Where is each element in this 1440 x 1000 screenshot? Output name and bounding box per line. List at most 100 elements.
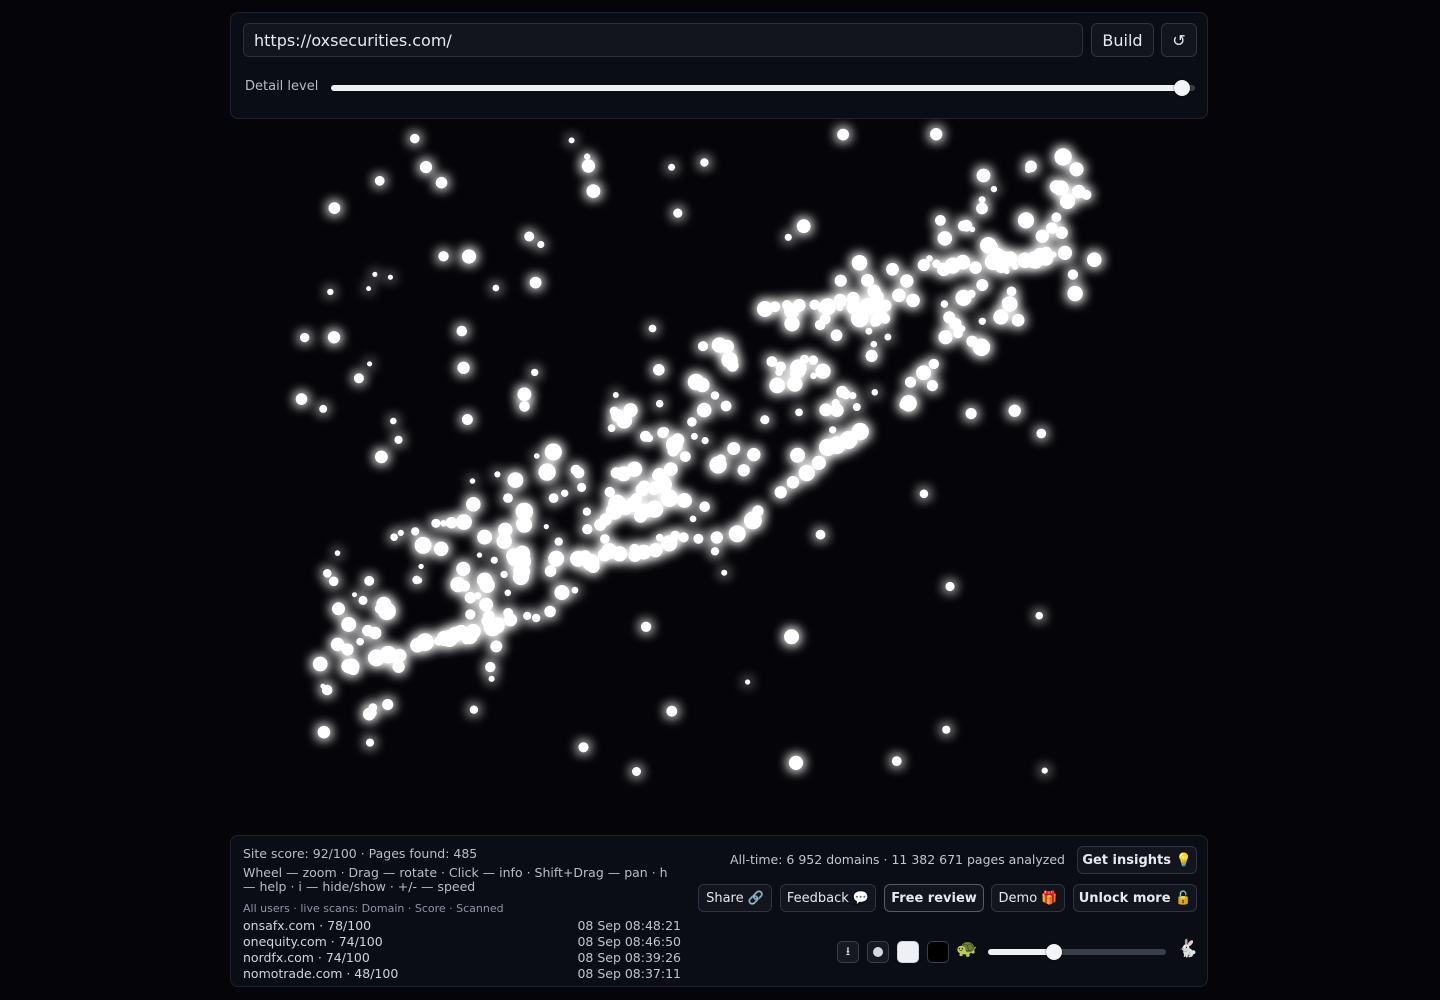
- graph-node[interactable]: [916, 365, 932, 381]
- graph-node[interactable]: [891, 756, 902, 766]
- graph-node[interactable]: [1025, 165, 1033, 174]
- graph-node[interactable]: [721, 569, 728, 576]
- graph-node[interactable]: [1081, 189, 1092, 200]
- graph-node[interactable]: [774, 486, 787, 499]
- node-style-icon[interactable]: [867, 941, 889, 963]
- graph-node[interactable]: [1087, 252, 1102, 267]
- graph-node[interactable]: [1011, 313, 1025, 327]
- graph-node[interactable]: [581, 159, 596, 173]
- graph-node[interactable]: [871, 389, 879, 396]
- graph-node[interactable]: [456, 514, 472, 530]
- graph-node[interactable]: [766, 356, 778, 367]
- graph-node[interactable]: [640, 621, 652, 632]
- graph-node[interactable]: [892, 288, 906, 303]
- graph-node[interactable]: [664, 462, 678, 476]
- reset-icon[interactable]: ↺: [1161, 23, 1197, 57]
- graph-node[interactable]: [507, 472, 524, 488]
- graph-node[interactable]: [865, 349, 878, 362]
- graph-node[interactable]: [474, 592, 482, 600]
- graph-node[interactable]: [1051, 212, 1062, 223]
- build-button[interactable]: Build: [1091, 23, 1154, 57]
- graph-node[interactable]: [544, 443, 562, 461]
- graph-node[interactable]: [710, 531, 723, 544]
- graph-node[interactable]: [1038, 251, 1054, 266]
- graph-node[interactable]: [1008, 404, 1021, 417]
- graph-node[interactable]: [612, 392, 619, 398]
- graph-node[interactable]: [503, 493, 513, 503]
- graph-node[interactable]: [846, 300, 861, 315]
- graph-node[interactable]: [937, 231, 953, 246]
- graph-node[interactable]: [500, 570, 508, 579]
- graph-node[interactable]: [554, 585, 570, 601]
- graph-node[interactable]: [699, 501, 710, 512]
- graph-node[interactable]: [465, 609, 476, 620]
- graph-node[interactable]: [464, 591, 477, 604]
- graph-node[interactable]: [1053, 180, 1069, 196]
- graph-node[interactable]: [368, 708, 377, 718]
- graph-node[interactable]: [561, 489, 569, 497]
- graph-node[interactable]: [953, 328, 963, 339]
- graph-node[interactable]: [538, 463, 556, 481]
- graph-node[interactable]: [1017, 252, 1033, 269]
- graph-node[interactable]: [465, 623, 481, 640]
- graph-node[interactable]: [861, 273, 874, 287]
- graph-node[interactable]: [648, 543, 663, 558]
- graph-node[interactable]: [532, 613, 541, 623]
- graph-node[interactable]: [571, 586, 579, 594]
- graph-node[interactable]: [661, 535, 678, 552]
- graph-node[interactable]: [904, 376, 917, 388]
- graph-node[interactable]: [533, 453, 540, 459]
- graph-node[interactable]: [697, 341, 709, 352]
- detail-level-slider[interactable]: [331, 80, 1195, 96]
- graph-node[interactable]: [364, 575, 375, 586]
- graph-node[interactable]: [507, 551, 523, 567]
- graph-node[interactable]: [818, 438, 837, 456]
- graph-node[interactable]: [993, 309, 1009, 325]
- graph-node[interactable]: [623, 403, 638, 418]
- graph-node[interactable]: [582, 524, 593, 535]
- graph-node[interactable]: [655, 399, 664, 408]
- graph-node[interactable]: [957, 220, 969, 232]
- graph-node[interactable]: [416, 633, 434, 651]
- graph-node[interactable]: [990, 185, 998, 193]
- list-item[interactable]: onequity.com · 74/100 08 Sep 08:46:50: [243, 934, 681, 949]
- graph-node[interactable]: [368, 626, 382, 640]
- graph-node[interactable]: [394, 435, 403, 444]
- graph-node[interactable]: [456, 325, 468, 337]
- speed-slider[interactable]: [988, 944, 1166, 960]
- graph-node[interactable]: [632, 767, 641, 776]
- list-item[interactable]: onsafx.com · 78/100 08 Sep 08:48:21: [243, 918, 681, 933]
- graph-node[interactable]: [978, 317, 986, 325]
- graph-node[interactable]: [312, 656, 328, 672]
- graph-node[interactable]: [365, 738, 375, 747]
- graph-node[interactable]: [358, 595, 368, 605]
- graph-node[interactable]: [490, 556, 498, 564]
- graph-node[interactable]: [700, 158, 709, 167]
- graph-node[interactable]: [554, 537, 563, 546]
- graph-node[interactable]: [438, 251, 449, 262]
- graph-node[interactable]: [390, 417, 397, 425]
- graph-node[interactable]: [341, 643, 354, 656]
- graph-node[interactable]: [747, 447, 761, 462]
- graph-node[interactable]: [328, 202, 341, 215]
- graph-node[interactable]: [725, 355, 732, 362]
- graph-node[interactable]: [906, 293, 920, 308]
- graph-node[interactable]: [769, 377, 786, 394]
- graph-node[interactable]: [414, 536, 432, 554]
- graph-node[interactable]: [573, 467, 585, 479]
- graph-node[interactable]: [1036, 428, 1047, 439]
- graph-node[interactable]: [516, 517, 533, 533]
- graph-node[interactable]: [900, 395, 917, 412]
- graph-node[interactable]: [579, 550, 592, 563]
- graph-node[interactable]: [582, 507, 592, 516]
- graph-node[interactable]: [870, 340, 878, 348]
- graph-node[interactable]: [1006, 286, 1017, 297]
- graph-node[interactable]: [930, 128, 943, 141]
- graph-node[interactable]: [798, 464, 815, 482]
- graph-node[interactable]: [295, 393, 308, 405]
- graph-node[interactable]: [710, 391, 720, 400]
- graph-node[interactable]: [810, 372, 817, 380]
- graph-node[interactable]: [977, 348, 985, 356]
- graph-node[interactable]: [517, 387, 532, 402]
- detail-level-thumb[interactable]: [1174, 80, 1190, 96]
